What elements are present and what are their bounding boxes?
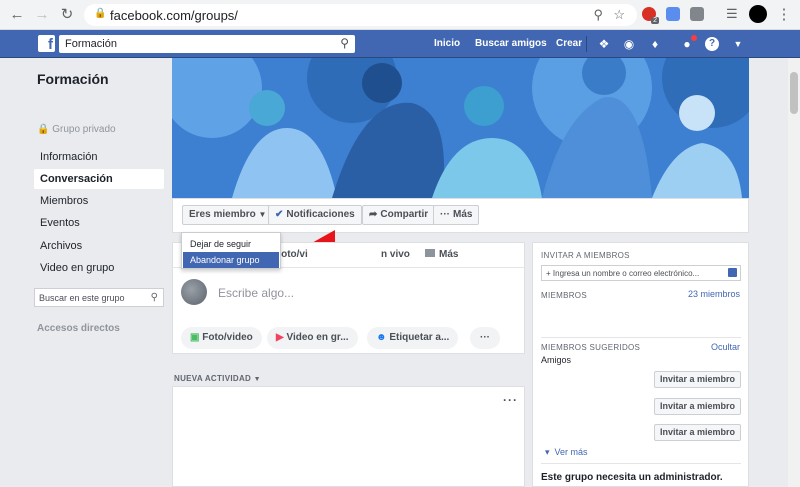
group-cover-photo[interactable]: [172, 58, 749, 198]
help-icon[interactable]: ?: [705, 37, 719, 51]
members-header: MIEMBROS: [541, 291, 587, 300]
star-icon[interactable]: ☆: [613, 7, 625, 23]
check-icon: ✔: [275, 209, 284, 220]
friends-label: Amigos: [541, 355, 572, 365]
invite-member-button[interactable]: Invitar a miembro: [654, 371, 741, 388]
sidebar-item-files[interactable]: Archivos: [34, 236, 164, 256]
url-text: facebook.com/groups/: [110, 8, 238, 23]
extension-icon[interactable]: 2: [642, 7, 659, 24]
member-menu: Dejar de seguir grupo Abandonar grupo: [181, 232, 281, 269]
search-icon: ⚲: [150, 292, 158, 303]
more-options-button[interactable]: ···: [470, 327, 500, 349]
photo-icon: ▣: [190, 332, 200, 343]
invite-member-button[interactable]: Invitar a miembro: [654, 398, 741, 415]
sidebar-item-discussion[interactable]: Conversación: [34, 169, 164, 189]
hide-link[interactable]: Ocultar: [711, 342, 740, 352]
menu-lines-icon[interactable]: ☰: [726, 7, 740, 21]
tab-more[interactable]: Más: [425, 249, 458, 260]
sidebar-item-members[interactable]: Miembros: [34, 191, 164, 211]
sidebar-item-events[interactable]: Eventos: [34, 213, 164, 233]
more-button[interactable]: ··· Más: [433, 205, 480, 225]
feed-header[interactable]: NUEVA ACTIVIDAD ▼: [174, 374, 261, 383]
caret-down-icon: ▼: [253, 376, 261, 383]
lock-icon: 🔒: [37, 124, 50, 135]
contacts-icon[interactable]: [728, 268, 737, 277]
sidebar-item-info[interactable]: Información: [34, 147, 164, 167]
profile-avatar[interactable]: [749, 5, 767, 23]
lock-icon: 🔒: [94, 8, 107, 19]
feed-post: ···: [172, 386, 525, 487]
page-scrollbar[interactable]: [788, 58, 800, 487]
member-dropdown-button[interactable]: Eres miembro ▼: [182, 205, 274, 225]
address-bar[interactable]: 🔒 facebook.com/groups/ ⚲ ☆: [84, 4, 637, 26]
more-dots-icon: ···: [440, 209, 450, 220]
notifications-icon[interactable]: ♦: [648, 37, 662, 51]
camera-icon[interactable]: [690, 7, 704, 21]
facebook-header: f Formación ⚲ Inicio Buscar amigos Crear…: [0, 30, 800, 58]
nav-create[interactable]: Crear: [556, 38, 582, 49]
facebook-logo[interactable]: f: [38, 35, 55, 53]
invite-member-button[interactable]: Invitar a miembro: [654, 424, 741, 441]
zoom-icon[interactable]: ⚲: [593, 7, 603, 23]
extension-icon[interactable]: [666, 7, 680, 21]
nav-home[interactable]: Inicio: [434, 38, 460, 49]
back-icon[interactable]: ←: [8, 6, 26, 24]
photo-video-button[interactable]: ▣ Foto/video: [181, 327, 262, 349]
scrollbar-thumb[interactable]: [790, 72, 798, 114]
shortcuts-heading[interactable]: Accesos directos: [37, 323, 120, 334]
right-panel: INVITAR A MIEMBROS + Ingresa un nombre o…: [532, 242, 749, 487]
more-vert-icon[interactable]: ⋮: [775, 6, 793, 24]
video-button[interactable]: ▶ Video en gr...: [267, 327, 358, 349]
members-count-link[interactable]: 23 miembros: [688, 289, 740, 299]
reload-icon[interactable]: ↻: [58, 6, 76, 24]
video-icon: ▶: [276, 332, 284, 343]
messenger-icon[interactable]: ◉: [622, 37, 636, 51]
share-button[interactable]: ➦ Compartir: [362, 205, 436, 225]
search-icon[interactable]: ⚲: [340, 36, 349, 50]
extension-badge: 2: [651, 17, 659, 24]
nav-find-friends[interactable]: Buscar amigos: [475, 38, 547, 49]
cover-illustration: [172, 58, 749, 198]
suggested-header: MIEMBROS SUGERIDOS: [541, 343, 641, 352]
more-icon: [425, 249, 435, 257]
menu-leave-group[interactable]: Abandonar grupo: [183, 252, 279, 268]
caret-down-icon: ▼: [258, 210, 267, 219]
post-options-icon[interactable]: ···: [503, 393, 518, 407]
user-avatar: [181, 279, 207, 305]
tab-live-video[interactable]: n vivo: [381, 249, 410, 260]
tag-people-icon: ☻: [376, 332, 387, 343]
admin-notice: Este grupo necesita un administrador.: [541, 472, 723, 483]
notifications-button[interactable]: ✔ Notificaciones: [268, 205, 362, 225]
friends-icon[interactable]: ❖: [597, 37, 611, 51]
forward-icon[interactable]: →: [33, 6, 51, 24]
invite-header: INVITAR A MIEMBROS: [541, 251, 630, 260]
chevron-down-icon: ▾: [545, 447, 550, 457]
menu-unfollow-group[interactable]: Dejar de seguir grupo: [183, 236, 279, 259]
group-sidebar: Formación 🔒 Grupo privado Información Co…: [0, 58, 172, 487]
browser-toolbar: ← → ↻ 🔒 facebook.com/groups/ ⚲ ☆ 2 ☰ ⋮: [0, 0, 800, 30]
group-search-input[interactable]: Buscar en este grupo ⚲: [34, 288, 164, 307]
composer-input[interactable]: Escribe algo...: [218, 286, 294, 300]
group-action-bar: Eres miembro ▼ ✔ Notificaciones ➦ Comparti…: [172, 198, 749, 233]
group-title[interactable]: Formación: [37, 71, 109, 87]
invite-input[interactable]: + Ingresa un nombre o correo electrónico…: [541, 265, 741, 281]
facebook-search-input[interactable]: Formación ⚲: [59, 35, 355, 53]
tag-button[interactable]: ☻ Etiquetar a...: [367, 327, 459, 349]
group-privacy: 🔒 Grupo privado: [37, 124, 116, 135]
chevron-down-icon[interactable]: ▼: [731, 37, 745, 51]
quick-help-icon[interactable]: ●: [680, 35, 697, 51]
search-value: Formación: [65, 38, 117, 50]
sidebar-item-video[interactable]: Video en grupo: [34, 258, 164, 278]
see-more-link[interactable]: ▾ Ver más: [545, 447, 588, 458]
share-icon: ➦: [369, 209, 378, 220]
